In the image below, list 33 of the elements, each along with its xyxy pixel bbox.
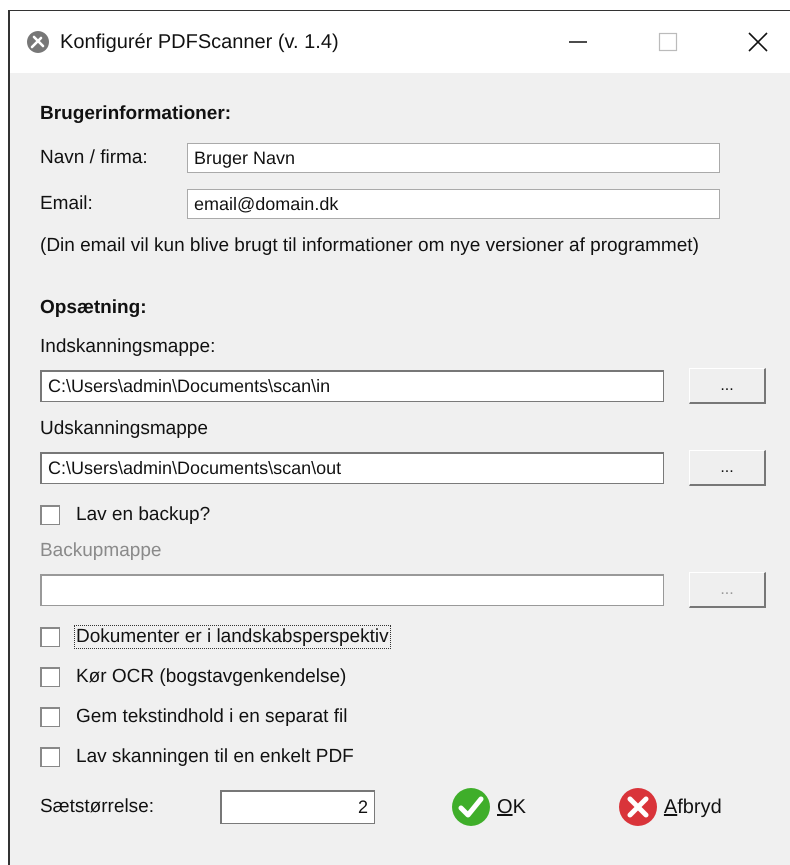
checkbox-label[interactable]: Lav skanningen til en enkelt PDF bbox=[74, 745, 356, 769]
browse-button[interactable]: ... bbox=[689, 450, 766, 486]
maximize-icon[interactable] bbox=[658, 32, 678, 52]
section-heading: Brugerinformationer: bbox=[40, 103, 232, 125]
checkbox[interactable] bbox=[40, 707, 60, 727]
checkbox-label[interactable]: Dokumenter er i landskabsperspektiv bbox=[74, 625, 391, 649]
text-field[interactable]: email@domain.dk bbox=[187, 189, 720, 219]
section-heading: Opsætning: bbox=[40, 297, 148, 319]
field-label: Udskanningsmappe bbox=[40, 417, 209, 441]
field-label: Backupmappe bbox=[40, 539, 162, 563]
number-field[interactable]: 2 bbox=[220, 790, 375, 824]
cancel-button[interactable]: Afbryd bbox=[618, 787, 722, 827]
info-note: (Din email vil kun blive brugt til informationer om nye versioner af programmet) bbox=[40, 235, 700, 257]
checkbox[interactable] bbox=[40, 747, 60, 767]
path-field[interactable]: C:\Users\admin\Documents\scan\out bbox=[40, 452, 664, 484]
checkbox-label[interactable]: Kør OCR (bogstavgenkendelse) bbox=[74, 665, 348, 689]
cancel-icon bbox=[618, 787, 658, 827]
field-label: Indskanningsmappe: bbox=[40, 335, 216, 359]
checkbox[interactable] bbox=[40, 667, 60, 687]
checkbox[interactable] bbox=[40, 627, 60, 647]
checkmark-icon bbox=[451, 787, 491, 827]
checkbox-label[interactable]: Lav en backup? bbox=[74, 503, 212, 527]
field-label: Navn / firma: bbox=[40, 147, 149, 169]
checkbox[interactable] bbox=[40, 505, 60, 525]
path-field[interactable]: C:\Users\admin\Documents\scan\in bbox=[40, 370, 664, 402]
field-label: Sætstørrelse: bbox=[40, 796, 156, 818]
browse-button[interactable]: ... bbox=[689, 368, 766, 404]
checkbox-label[interactable]: Gem tekstindhold i en separat fil bbox=[74, 705, 350, 729]
field-label: Email: bbox=[40, 193, 94, 215]
text-field[interactable]: Bruger Navn bbox=[187, 143, 720, 173]
window-title: Konfigurér PDFScanner (v. 1.4) bbox=[60, 30, 339, 54]
ok-button[interactable]: OK bbox=[451, 787, 526, 827]
close-icon[interactable] bbox=[748, 32, 768, 52]
